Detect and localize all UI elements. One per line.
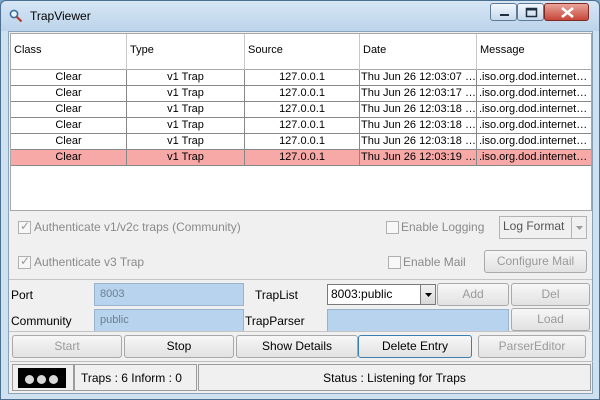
table-body: Clear v1 Trap 127.0.0.1 Thu Jun 26 12:03… <box>11 70 591 166</box>
parser-editor-button[interactable]: ParserEditor <box>478 335 586 358</box>
table-row-selected[interactable]: Clear v1 Trap 127.0.0.1 Thu Jun 26 12:03… <box>11 150 591 166</box>
table-row[interactable]: Clear v1 Trap 127.0.0.1 Thu Jun 26 12:03… <box>11 102 591 118</box>
cell-source: 127.0.0.1 <box>245 134 360 150</box>
enable-mail-label: Enable Mail <box>403 255 466 269</box>
cell-date: Thu Jun 26 12:03:17 … <box>360 86 477 102</box>
column-header-message[interactable]: Message <box>477 34 591 70</box>
cell-date: Thu Jun 26 12:03:18 … <box>360 118 477 134</box>
cell-type: v1 Trap <box>127 118 245 134</box>
start-button[interactable]: Start <box>12 335 122 358</box>
delete-entry-button[interactable]: Delete Entry <box>358 335 472 358</box>
cell-date: Thu Jun 26 12:03:07 … <box>360 70 477 86</box>
cell-class: Clear <box>11 102 127 118</box>
auth-v1v2c-checkbox[interactable] <box>18 219 31 234</box>
trapparser-label: TrapParser <box>245 314 305 328</box>
close-button[interactable] <box>544 3 589 21</box>
column-header-date[interactable]: Date <box>360 34 477 70</box>
maximize-button[interactable] <box>517 3 544 21</box>
cell-source: 127.0.0.1 <box>245 86 360 102</box>
traplist-label: TrapList <box>255 288 298 302</box>
auth-v3-checkbox[interactable] <box>18 254 31 269</box>
column-header-type[interactable]: Type <box>127 34 245 70</box>
table-row[interactable]: Clear v1 Trap 127.0.0.1 Thu Jun 26 12:03… <box>11 134 591 150</box>
log-format-label: Log Format <box>503 219 565 233</box>
trap-table[interactable]: Class Type Source Date Message Clear v1 … <box>10 33 592 211</box>
cell-source: 127.0.0.1 <box>245 102 360 118</box>
load-button[interactable]: Load <box>511 308 590 331</box>
indicator-dot <box>37 375 46 384</box>
community-field[interactable]: public <box>94 309 244 332</box>
column-header-source[interactable]: Source <box>245 34 360 70</box>
cell-source: 127.0.0.1 <box>245 150 360 166</box>
cell-type: v1 Trap <box>127 102 245 118</box>
cell-source: 127.0.0.1 <box>245 118 360 134</box>
trapparser-field[interactable] <box>327 309 509 332</box>
divider <box>9 279 592 280</box>
cell-class: Clear <box>11 86 127 102</box>
log-format-dropdown-button[interactable] <box>571 217 586 238</box>
cell-type: v1 Trap <box>127 70 245 86</box>
status-bar: Traps : 6 Inform : 0 Status : Listening … <box>10 361 593 393</box>
add-button[interactable]: Add <box>437 283 509 306</box>
cell-date: Thu Jun 26 12:03:18 … <box>360 134 477 150</box>
close-icon <box>561 6 574 19</box>
trapviewer-window: TrapViewer Class Type Source Date Messag… <box>0 0 600 400</box>
table-row[interactable]: Clear v1 Trap 127.0.0.1 Thu Jun 26 12:03… <box>11 118 591 134</box>
auth-v1v2c-label: Authenticate v1/v2c traps (Community) <box>34 220 241 234</box>
port-label: Port <box>11 288 34 302</box>
cell-source: 127.0.0.1 <box>245 70 360 86</box>
traplist-dropdown-button[interactable] <box>420 285 435 304</box>
log-format-select[interactable]: Log Format <box>499 216 587 239</box>
cell-message: .iso.org.dod.internet… <box>479 151 588 163</box>
status-message: Status : Listening for Traps <box>198 364 591 391</box>
minimize-icon <box>500 14 509 16</box>
stop-button[interactable]: Stop <box>124 335 234 358</box>
enable-logging-checkbox[interactable] <box>386 221 399 234</box>
community-label: Community <box>11 314 72 328</box>
traplist-value: 8003:public <box>331 287 393 301</box>
trap-count: Traps : 6 Inform : 0 <box>74 364 197 391</box>
table-row[interactable]: Clear v1 Trap 127.0.0.1 Thu Jun 26 12:03… <box>11 86 591 102</box>
client-area: Class Type Source Date Message Clear v1 … <box>8 31 593 394</box>
activity-dots-icon <box>18 368 66 388</box>
enable-logging-label: Enable Logging <box>401 220 485 234</box>
cell-message: .iso.org.dod.internet… <box>479 119 588 131</box>
title-bar[interactable]: TrapViewer <box>1 1 599 31</box>
maximize-icon <box>525 7 538 18</box>
indicator-dot <box>25 375 34 384</box>
cell-class: Clear <box>11 150 127 166</box>
cell-message: .iso.org.dod.internet… <box>479 135 588 147</box>
cell-message: .iso.org.dod.internet… <box>479 87 588 99</box>
cell-class: Clear <box>11 134 127 150</box>
cell-type: v1 Trap <box>127 134 245 150</box>
traplist-select[interactable]: 8003:public <box>327 284 436 305</box>
chevron-down-icon <box>576 226 583 230</box>
cell-type: v1 Trap <box>127 150 245 166</box>
indicator-dot <box>49 375 58 384</box>
port-field[interactable]: 8003 <box>94 283 244 306</box>
minimize-button[interactable] <box>490 3 517 21</box>
del-button[interactable]: Del <box>511 283 590 306</box>
table-row[interactable]: Clear v1 Trap 127.0.0.1 Thu Jun 26 12:03… <box>11 70 591 86</box>
auth-v3-label: Authenticate v3 Trap <box>34 255 145 269</box>
show-details-button[interactable]: Show Details <box>236 335 358 358</box>
magnifier-icon <box>9 9 23 23</box>
activity-indicator <box>12 364 74 391</box>
cell-message: .iso.org.dod.internet… <box>479 71 588 83</box>
enable-mail-checkbox[interactable] <box>388 256 401 269</box>
configure-mail-button[interactable]: Configure Mail <box>484 250 587 273</box>
cell-date: Thu Jun 26 12:03:19 … <box>360 150 477 166</box>
cell-class: Clear <box>11 70 127 86</box>
divider <box>9 331 592 332</box>
cell-message: .iso.org.dod.internet… <box>479 103 588 115</box>
cell-class: Clear <box>11 118 127 134</box>
cell-date: Thu Jun 26 12:03:18 … <box>360 102 477 118</box>
cell-type: v1 Trap <box>127 86 245 102</box>
chevron-down-icon <box>425 293 432 297</box>
window-title: TrapViewer <box>30 9 91 23</box>
table-header: Class Type Source Date Message <box>11 34 591 70</box>
column-header-class[interactable]: Class <box>11 34 127 70</box>
